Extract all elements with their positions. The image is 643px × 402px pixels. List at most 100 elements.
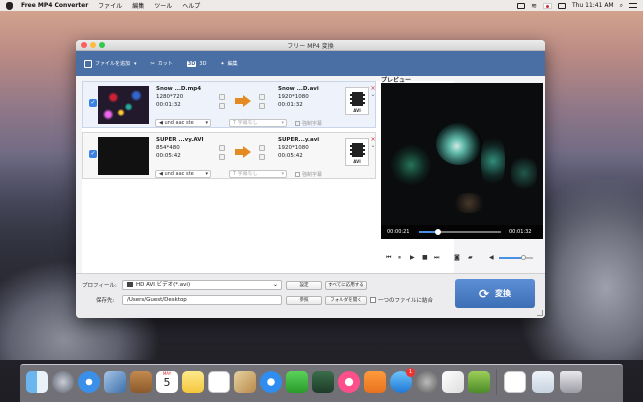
volume-slider[interactable] [499,255,533,260]
output-resolution: 1920*1080 [278,94,309,100]
reminders-icon[interactable] [208,371,230,393]
preview-app-icon[interactable] [234,371,256,393]
mail-icon[interactable] [104,371,126,393]
pause-icon[interactable]: ⏸ [398,254,401,262]
messages-icon[interactable] [260,371,282,393]
input-source-flag-icon[interactable] [542,2,552,9]
menu-tools[interactable]: ツール [154,1,172,10]
row-controls: × ⌄ [369,86,377,98]
document-stack-icon[interactable] [504,371,526,393]
safari-icon[interactable] [78,371,100,393]
output-crop-icon[interactable] [259,103,265,109]
file-checkbox[interactable]: ✓ [89,99,97,107]
resize-grip-icon[interactable] [537,310,543,316]
file-row[interactable]: ✓ SUPER ...vy.AVI 854*480 00:05:42 SUPER… [82,132,376,179]
trash-icon[interactable] [560,371,582,393]
output-format-box[interactable]: AVI [345,138,369,166]
cast-icon[interactable] [517,2,526,9]
edit-button[interactable]: ✦ 編集 [220,60,237,68]
seek-bar[interactable] [419,229,501,235]
convert-button[interactable]: ⟳ 変換 [455,279,535,308]
contacts-icon[interactable] [130,371,152,393]
downloads-stack-icon[interactable] [532,371,554,393]
preview-crystal-ball [436,123,482,165]
notes-icon[interactable] [182,371,204,393]
merge-checkbox[interactable] [370,297,376,303]
expand-row-icon[interactable]: ⌄ [369,143,377,149]
ibooks-icon[interactable] [364,371,386,393]
volume-handle[interactable] [521,255,527,260]
spotlight-search-icon[interactable]: ⌕ [620,2,623,10]
previous-icon[interactable]: ⏮ [386,254,391,262]
free-mp4-converter-icon[interactable] [468,371,490,393]
notification-center-icon[interactable] [629,3,637,8]
system-preferences-icon[interactable] [416,371,438,393]
output-clip-icon[interactable] [259,145,265,151]
apple-menu-icon[interactable] [6,1,13,10]
add-file-dropdown-icon[interactable]: ▾ [134,61,137,67]
apply-all-button[interactable]: すべてに応用する [325,281,367,290]
menu-help[interactable]: ヘルプ [182,1,200,10]
forced-subtitle-checkbox[interactable] [295,172,300,177]
photo-booth-icon[interactable] [312,371,334,393]
calendar-icon[interactable]: MAY 5 [156,371,178,393]
audio-track-select[interactable]: ◀ und aac ste ▾ [155,119,211,127]
finder-icon[interactable] [26,371,48,393]
itunes-icon[interactable] [338,371,360,393]
play-icon[interactable]: ▶ [410,254,415,261]
menu-file[interactable]: ファイル [98,1,122,10]
menu-edit[interactable]: 編集 [132,1,144,10]
app-store-icon[interactable]: 1 [390,368,415,393]
output-crop-icon[interactable] [259,154,265,160]
forced-subtitle-option[interactable]: 強制字幕 [295,120,322,127]
menu-app-name[interactable]: Free MP4 Converter [21,2,88,9]
output-clip-icon[interactable] [259,94,265,100]
forced-subtitle-checkbox[interactable] [295,121,300,126]
file-row[interactable]: ✓ Snow ...D.mp4 1280*720 00:01:32 Snow .… [82,81,376,128]
source-clip-icon[interactable] [219,145,225,151]
textedit-icon[interactable] [442,371,464,393]
source-crop-icon[interactable] [219,154,225,160]
settings-button[interactable]: 設定 [286,281,322,290]
seek-handle[interactable] [434,229,441,235]
merge-option[interactable]: 一つのファイルに結合 [370,296,433,304]
close-window-button[interactable] [81,42,87,48]
battery-icon[interactable] [557,2,566,9]
launchpad-icon[interactable] [52,371,74,393]
zoom-window-button[interactable] [99,42,105,48]
3d-button[interactable]: 3D 3D [186,60,206,67]
file-checkbox[interactable]: ✓ [89,150,97,158]
next-icon[interactable]: ⏭ [434,254,439,262]
source-crop-icon[interactable] [219,103,225,109]
facetime-icon[interactable] [286,371,308,393]
menubar-clock[interactable]: Thu 11:41 AM [572,2,614,9]
film-icon [350,92,365,106]
volume-icon[interactable]: ◀ [489,254,494,261]
audio-track-select[interactable]: ◀ und aac ste ▾ [155,170,211,178]
minimize-window-button[interactable] [90,42,96,48]
wifi-icon[interactable]: ≋ [531,2,537,10]
open-folder-icon[interactable]: ▰ [468,254,473,261]
destination-field[interactable]: /Users/Guest/Desktop [122,295,282,305]
stop-icon[interactable]: ■ [422,254,428,261]
preview-player[interactable]: 00:00:21 00:01:32 [381,83,543,239]
convert-arrow-icon [235,146,251,158]
output-format-box[interactable]: AVI [345,87,369,115]
add-file-label: ファイルを追加 [95,61,131,67]
browse-button[interactable]: 参照 [286,296,322,305]
add-file-icon [84,59,92,68]
subtitle-select[interactable]: T 字幕なし ▾ [229,119,287,127]
expand-row-icon[interactable]: ⌄ [369,92,377,98]
open-folder-button[interactable]: フォルダを開く [325,296,367,305]
window-titlebar[interactable]: フリー MP4 変換 [76,40,545,51]
file-thumbnail[interactable] [98,86,149,124]
cut-button[interactable]: ✂ カット [151,60,173,68]
profile-select[interactable]: HD AVI ビデオ(*.avi) ⌄ [122,280,282,290]
snapshot-icon[interactable]: ◙ [454,254,460,261]
subtitle-select[interactable]: T 字幕なし ▾ [229,170,287,178]
file-thumbnail[interactable] [98,137,149,175]
source-filename: Snow ...D.mp4 [156,86,202,92]
forced-subtitle-option[interactable]: 強制字幕 [295,171,322,178]
source-clip-icon[interactable] [219,94,225,100]
add-file-button[interactable]: ファイルを追加 ▾ [84,59,137,68]
